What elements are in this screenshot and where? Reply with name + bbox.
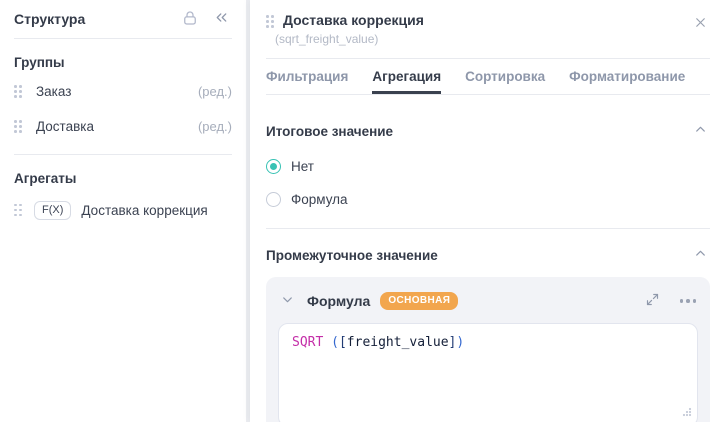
radio-icon[interactable] [266, 158, 281, 174]
tab-sorting[interactable]: Сортировка [465, 69, 545, 94]
formula-card: Формула ОСНОВНАЯ SQRT ([freight_value]) [266, 277, 710, 422]
formula-code-editor[interactable]: SQRT ([freight_value]) [278, 323, 698, 422]
formula-fx-badge: F(X) [34, 200, 72, 220]
resize-handle-icon[interactable] [682, 406, 692, 421]
formula-card-header: Формула ОСНОВНАЯ [278, 286, 698, 316]
close-icon [693, 15, 708, 33]
group-item-label: Доставка [36, 119, 94, 134]
intermediate-value-section-heading: Промежуточное значение [266, 244, 710, 266]
double-chevron-left-icon [213, 9, 230, 29]
tab-filtering[interactable]: Фильтрация [266, 69, 348, 94]
drag-handle-icon[interactable] [14, 120, 22, 133]
aggregate-item-label: Доставка коррекция [81, 202, 208, 218]
structure-sidebar: Структура Группы Заказ (ред.) Доставка (… [0, 0, 246, 422]
expand-icon [645, 292, 660, 310]
code-field-name: freight_value [346, 335, 449, 350]
radio-option-none[interactable]: Нет [266, 158, 710, 174]
edit-hint-link[interactable]: (ред.) [198, 119, 232, 134]
panel-header: Доставка коррекция (sqrt_freight_value) [266, 0, 710, 46]
drag-handle-icon[interactable] [266, 15, 274, 28]
collapse-sidebar-button[interactable] [211, 7, 232, 31]
aggregate-item[interactable]: F(X) Доставка коррекция [14, 190, 232, 230]
panel-title: Доставка коррекция [283, 12, 424, 28]
formula-card-title: Формула [307, 293, 371, 309]
aggregate-settings-panel: Доставка коррекция (sqrt_freight_value) … [250, 0, 725, 422]
collapse-section-button[interactable] [691, 120, 710, 142]
more-options-icon[interactable] [678, 295, 699, 307]
tab-formatting[interactable]: Форматирование [569, 69, 685, 94]
sidebar-divider [14, 154, 232, 155]
radio-icon[interactable] [266, 191, 281, 207]
expand-formula-button[interactable] [643, 290, 662, 312]
code-line: SQRT ([freight_value]) [292, 335, 464, 350]
chevron-up-icon [693, 246, 708, 264]
drag-handle-icon[interactable] [14, 203, 22, 217]
radio-label: Нет [291, 158, 314, 174]
code-paren-close: ) [456, 335, 465, 350]
code-paren-open: ( [323, 335, 339, 350]
sidebar-divider [14, 38, 232, 39]
panel-titles: Доставка коррекция (sqrt_freight_value) [275, 12, 424, 46]
sidebar-header: Структура [14, 0, 232, 38]
edit-hint-link[interactable]: (ред.) [198, 84, 232, 99]
section-title: Итоговое значение [266, 123, 394, 139]
code-bracket-open: [ [338, 335, 347, 350]
chevron-up-icon [693, 122, 708, 140]
radio-option-formula[interactable]: Формула [266, 191, 710, 207]
group-item-dostavka[interactable]: Доставка (ред.) [14, 109, 232, 144]
close-panel-button[interactable] [691, 13, 710, 35]
sidebar-title: Структура [14, 11, 86, 27]
main-formula-badge: ОСНОВНАЯ [380, 292, 459, 310]
aggregates-section-heading: Агрегаты [14, 171, 77, 186]
collapse-formula-button[interactable] [278, 290, 297, 312]
group-item-zakaz[interactable]: Заказ (ред.) [14, 74, 232, 109]
code-keyword: SQRT [292, 335, 324, 350]
lock-button[interactable] [179, 7, 201, 32]
total-value-options: Нет Формула [266, 158, 710, 207]
drag-handle-icon[interactable] [14, 85, 22, 98]
groups-section-heading: Группы [14, 55, 65, 70]
total-value-section-heading: Итоговое значение [266, 120, 710, 142]
section-divider [266, 228, 710, 229]
chevron-down-icon [280, 292, 295, 310]
section-title: Промежуточное значение [266, 247, 438, 263]
app-window: Структура Группы Заказ (ред.) Доставка (… [0, 0, 725, 422]
settings-tabs: Фильтрация Агрегация Сортировка Форматир… [266, 59, 710, 95]
tab-aggregation[interactable]: Агрегация [372, 69, 441, 94]
lock-icon [181, 9, 199, 30]
collapse-section-button[interactable] [691, 244, 710, 266]
radio-label: Формула [291, 191, 348, 207]
panel-subtitle: (sqrt_freight_value) [275, 32, 379, 46]
group-item-label: Заказ [36, 84, 72, 99]
formula-card-actions [643, 290, 699, 312]
